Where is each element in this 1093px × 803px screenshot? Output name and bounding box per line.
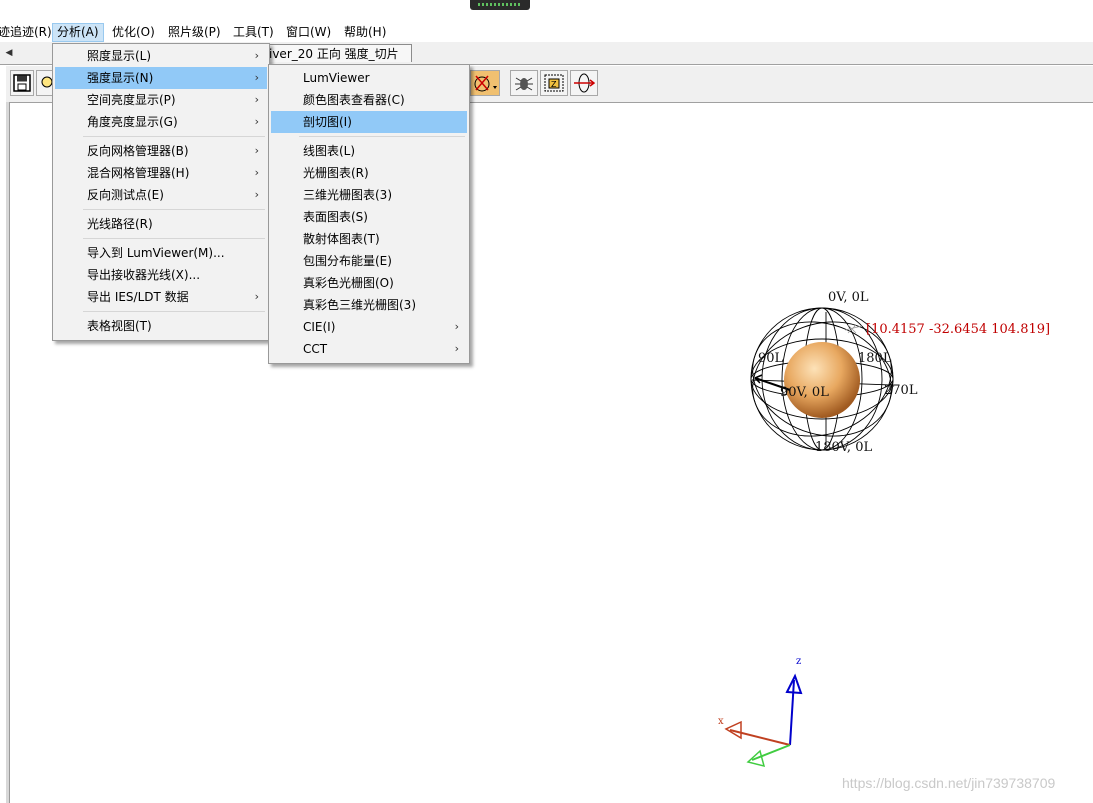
- menu-3d-raster-chart[interactable]: 三维光栅图表(3): [271, 184, 467, 206]
- chevron-right-icon: ›: [454, 342, 459, 355]
- menu-ray-path[interactable]: 光线路径(R): [55, 213, 267, 235]
- menu-reverse-mesh-manager[interactable]: 反向网格管理器(B) ›: [55, 140, 267, 162]
- menu-truecolor-3d-raster[interactable]: 真彩色三维光栅图(3): [271, 294, 467, 316]
- menu-item-label: 光线路径(R): [87, 217, 153, 231]
- menu-item-label: 导出 IES/LDT 数据: [87, 290, 189, 304]
- menu-item-label: 反向测试点(E): [87, 188, 164, 202]
- analysis-menu: 照度显示(L) › 强度显示(N) › 空间亮度显示(P) › 角度亮度显示(G) › …: [52, 43, 270, 341]
- menu-item-label: 光栅图表(R): [303, 166, 369, 180]
- chevron-right-icon: ›: [254, 71, 259, 84]
- menu-separator: [299, 136, 465, 137]
- chevron-right-icon: ›: [254, 49, 259, 62]
- menu-item-label: 表格视图(T): [87, 319, 152, 333]
- menu-item-label: 颜色图表查看器(C): [303, 93, 405, 107]
- label-top: 0V, 0L: [828, 290, 869, 305]
- label-far-right: 270L: [884, 383, 918, 398]
- menu-item-label: 包围分布能量(E): [303, 254, 392, 268]
- menu-item-label: 真彩色光栅图(O): [303, 276, 394, 290]
- menu-truecolor-raster[interactable]: 真彩色光栅图(O): [271, 272, 467, 294]
- menu-item-label: 散射体图表(T): [303, 232, 380, 246]
- menu-section-view[interactable]: 剖切图(I): [271, 111, 467, 133]
- axis-x-label: x: [718, 716, 724, 727]
- label-left: 90L: [758, 351, 784, 366]
- menu-item-label: 导出接收器光线(X)...: [87, 268, 201, 282]
- menu-spatial-luminance[interactable]: 空间亮度显示(P) ›: [55, 89, 267, 111]
- menu-angular-luminance[interactable]: 角度亮度显示(G) ›: [55, 111, 267, 133]
- menu-scatter-chart[interactable]: 散射体图表(T): [271, 228, 467, 250]
- menu-item-label: 混合网格管理器(H): [87, 166, 190, 180]
- chevron-right-icon: ›: [454, 320, 459, 333]
- menu-separator: [83, 238, 265, 239]
- menu-hybrid-mesh-manager[interactable]: 混合网格管理器(H) ›: [55, 162, 267, 184]
- menu-import-lumviewer[interactable]: 导入到 LumViewer(M)...: [55, 242, 267, 264]
- menu-export-ies-ldt[interactable]: 导出 IES/LDT 数据 ›: [55, 286, 267, 308]
- chevron-right-icon: ›: [254, 144, 259, 157]
- menu-item-label: 角度亮度显示(G): [87, 115, 178, 129]
- menu-item-label: 剖切图(I): [303, 115, 352, 129]
- menu-item-label: 线图表(L): [303, 144, 356, 158]
- menu-table-view[interactable]: 表格视图(T): [55, 315, 267, 337]
- menu-item-label: 反向网格管理器(B): [87, 144, 189, 158]
- menu-item-label: 空间亮度显示(P): [87, 93, 176, 107]
- coord-readout: [10.4157 -32.6454 104.819]: [866, 322, 1051, 337]
- menu-enclosed-energy[interactable]: 包围分布能量(E): [271, 250, 467, 272]
- label-bottom: 180V, 0L: [815, 440, 873, 455]
- chevron-right-icon: ›: [254, 166, 259, 179]
- menu-export-receiver-rays[interactable]: 导出接收器光线(X)...: [55, 264, 267, 286]
- label-center: 90V, 0L: [780, 385, 829, 400]
- menu-separator: [83, 136, 265, 137]
- menu-lumviewer[interactable]: LumViewer: [271, 67, 467, 89]
- menu-intensity-display[interactable]: 强度显示(N) ›: [55, 67, 267, 89]
- menu-surface-chart[interactable]: 表面图表(S): [271, 206, 467, 228]
- menu-item-label: LumViewer: [303, 71, 370, 85]
- chevron-right-icon: ›: [254, 188, 259, 201]
- menu-item-label: 表面图表(S): [303, 210, 368, 224]
- intensity-sphere: [784, 342, 860, 418]
- menu-separator: [83, 311, 265, 312]
- chevron-right-icon: ›: [254, 115, 259, 128]
- menu-reverse-test-point[interactable]: 反向测试点(E) ›: [55, 184, 267, 206]
- menu-cct[interactable]: CCT ›: [271, 338, 467, 360]
- menu-item-label: 照度显示(L): [87, 49, 152, 63]
- menu-line-chart[interactable]: 线图表(L): [271, 140, 467, 162]
- watermark: https://blog.csdn.net/jin739738709: [842, 775, 1056, 791]
- axis-z-label: z: [796, 656, 802, 667]
- menu-item-label: CCT: [303, 342, 328, 356]
- label-right: 180L: [858, 351, 892, 366]
- intensity-submenu: LumViewer 颜色图表查看器(C) 剖切图(I) 线图表(L) 光栅图表(…: [268, 64, 470, 364]
- menu-separator: [83, 209, 265, 210]
- menu-item-label: 导入到 LumViewer(M)...: [87, 246, 225, 260]
- menu-cie[interactable]: CIE(I) ›: [271, 316, 467, 338]
- chevron-right-icon: ›: [254, 93, 259, 106]
- menu-illuminance-display[interactable]: 照度显示(L) ›: [55, 45, 267, 67]
- chevron-right-icon: ›: [254, 290, 259, 303]
- menu-item-label: 三维光栅图表(3): [303, 188, 392, 202]
- menu-item-label: 强度显示(N): [87, 71, 154, 85]
- menu-raster-chart[interactable]: 光栅图表(R): [271, 162, 467, 184]
- menu-item-label: 真彩色三维光栅图(3): [303, 298, 416, 312]
- menu-item-label: CIE(I): [303, 320, 336, 334]
- menu-color-chart-viewer[interactable]: 颜色图表查看器(C): [271, 89, 467, 111]
